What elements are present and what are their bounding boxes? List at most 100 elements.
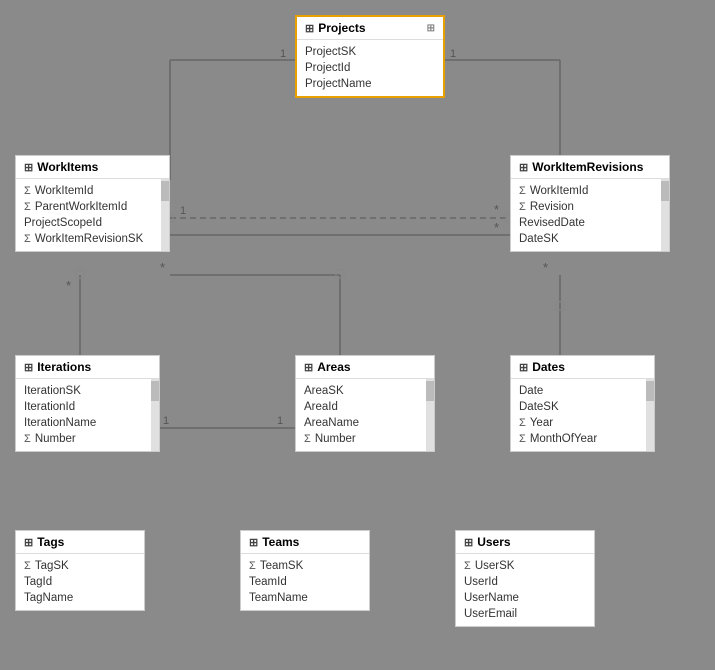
scrollbar-thumb-dates[interactable] <box>646 381 654 401</box>
scrollbar-thumb-areas[interactable] <box>426 381 434 401</box>
table-workitems[interactable]: ⊞ WorkItems Σ WorkItemId Σ ParentWorkIte… <box>15 155 170 252</box>
table-body-iterations: IterationSK IterationId IterationName Σ … <box>16 379 159 451</box>
sigma-teamsk: Σ <box>249 560 256 572</box>
field-area-number: Σ Number <box>296 431 434 447</box>
sigma-parentworkitemid: Σ <box>24 201 31 213</box>
table-body-workitemrevisions: Σ WorkItemId Σ Revision RevisedDate Date… <box>511 179 669 251</box>
table-header-dates: ⊞ Dates <box>511 356 654 379</box>
field-iterationsk: IterationSK <box>16 383 159 399</box>
field-label-dates-datesk: DateSK <box>519 401 559 413</box>
table-header-tags: ⊞ Tags <box>16 531 144 554</box>
field-datesk: DateSK <box>511 231 669 247</box>
sigma-usersk: Σ <box>464 560 471 572</box>
svg-text:*: * <box>543 260 548 275</box>
field-projectsk: ProjectSK <box>297 44 443 60</box>
table-icon-dates: ⊞ <box>519 361 528 374</box>
sigma-area-number: Σ <box>304 433 311 445</box>
field-label-projectscopeid: ProjectScopeId <box>24 217 102 229</box>
field-label-projectname: ProjectName <box>305 78 371 90</box>
field-label-areask: AreaSK <box>304 385 344 397</box>
sigma-iter-number: Σ <box>24 433 31 445</box>
field-projectname: ProjectName <box>297 76 443 92</box>
scrollbar-thumb-workitems[interactable] <box>161 181 169 201</box>
field-teamid: TeamId <box>241 574 369 590</box>
field-monthofyear: Σ MonthOfYear <box>511 431 654 447</box>
table-expand-icon[interactable]: ⊞ <box>427 23 435 34</box>
table-body-tags: Σ TagSK TagId TagName <box>16 554 144 610</box>
field-year: Σ Year <box>511 415 654 431</box>
field-label-workitemid: WorkItemId <box>35 185 94 197</box>
table-iterations[interactable]: ⊞ Iterations IterationSK IterationId Ite… <box>15 355 160 452</box>
table-teams[interactable]: ⊞ Teams Σ TeamSK TeamId TeamName <box>240 530 370 611</box>
scrollbar-areas[interactable] <box>426 379 434 451</box>
field-dates-datesk: DateSK <box>511 399 654 415</box>
svg-text:*: * <box>160 260 165 275</box>
scrollbar-dates[interactable] <box>646 379 654 451</box>
field-label-tagsk: TagSK <box>35 560 69 572</box>
scrollbar-thumb-iterations[interactable] <box>151 381 159 401</box>
table-icon-workitems: ⊞ <box>24 161 33 174</box>
scrollbar-iterations[interactable] <box>151 379 159 451</box>
field-label-projectid: ProjectId <box>305 62 350 74</box>
svg-text:1: 1 <box>163 415 169 427</box>
table-icon-iterations: ⊞ <box>24 361 33 374</box>
table-icon-users: ⊞ <box>464 536 473 549</box>
field-label-year: Year <box>530 417 553 429</box>
scrollbar-workitemrevisions[interactable] <box>661 179 669 251</box>
sigma-tagsk: Σ <box>24 560 31 572</box>
field-areaname: AreaName <box>296 415 434 431</box>
field-workitemrevisionsk: Σ WorkItemRevisionSK <box>16 231 169 247</box>
table-users[interactable]: ⊞ Users Σ UserSK UserId UserName UserEma… <box>455 530 595 627</box>
field-label-useremail: UserEmail <box>464 608 517 620</box>
table-title-workitemrevisions: WorkItemRevisions <box>532 160 643 174</box>
table-body-users: Σ UserSK UserId UserName UserEmail <box>456 554 594 626</box>
table-areas[interactable]: ⊞ Areas AreaSK AreaId AreaName Σ Number <box>295 355 435 452</box>
field-label-iterationid: IterationId <box>24 401 75 413</box>
field-iterationname: IterationName <box>16 415 159 431</box>
scrollbar-workitems[interactable] <box>161 179 169 251</box>
table-header-areas: ⊞ Areas <box>296 356 434 379</box>
field-useremail: UserEmail <box>456 606 594 622</box>
field-username: UserName <box>456 590 594 606</box>
field-iterationid: IterationId <box>16 399 159 415</box>
table-header-iterations: ⊞ Iterations <box>16 356 159 379</box>
table-icon-teams: ⊞ <box>249 536 258 549</box>
svg-text:1: 1 <box>277 415 283 427</box>
sigma-wir-workitemid: Σ <box>519 185 526 197</box>
field-label-revision: Revision <box>530 201 574 213</box>
scrollbar-thumb-workitemrevisions[interactable] <box>661 181 669 201</box>
field-label-usersk: UserSK <box>475 560 515 572</box>
field-label-teamsk: TeamSK <box>260 560 303 572</box>
field-parentworkitemid: Σ ParentWorkItemId <box>16 199 169 215</box>
field-tagsk: Σ TagSK <box>16 558 144 574</box>
svg-text:1: 1 <box>280 48 286 60</box>
svg-text:*: * <box>494 220 499 235</box>
svg-text:*: * <box>66 278 71 293</box>
sigma-workitemrevisionsk: Σ <box>24 233 31 245</box>
field-label-parentworkitemid: ParentWorkItemId <box>35 201 127 213</box>
field-label-tagid: TagId <box>24 576 52 588</box>
table-title-iterations: Iterations <box>37 360 91 374</box>
table-icon-workitemrevisions: ⊞ <box>519 161 528 174</box>
sigma-monthofyear: Σ <box>519 433 526 445</box>
field-tagname: TagName <box>16 590 144 606</box>
table-dates[interactable]: ⊞ Dates Date DateSK Σ Year Σ MonthOfYear <box>510 355 655 452</box>
table-icon-tags: ⊞ <box>24 536 33 549</box>
field-userid: UserId <box>456 574 594 590</box>
sigma-year: Σ <box>519 417 526 429</box>
field-iter-number: Σ Number <box>16 431 159 447</box>
table-body-teams: Σ TeamSK TeamId TeamName <box>241 554 369 610</box>
table-title-tags: Tags <box>37 535 64 549</box>
table-workitemrevisions[interactable]: ⊞ WorkItemRevisions Σ WorkItemId Σ Revis… <box>510 155 670 252</box>
field-label-area-number: Number <box>315 433 356 445</box>
table-header-workitemrevisions: ⊞ WorkItemRevisions <box>511 156 669 179</box>
field-label-iterationname: IterationName <box>24 417 96 429</box>
table-projects[interactable]: ⊞ Projects ⊞ ProjectSK ProjectId Project… <box>295 15 445 98</box>
table-tags[interactable]: ⊞ Tags Σ TagSK TagId TagName <box>15 530 145 611</box>
field-label-date: Date <box>519 385 543 397</box>
sigma-workitemid: Σ <box>24 185 31 197</box>
svg-text:*: * <box>494 202 499 217</box>
field-projectscopeid: ProjectScopeId <box>16 215 169 231</box>
field-revision: Σ Revision <box>511 199 669 215</box>
field-usersk: Σ UserSK <box>456 558 594 574</box>
